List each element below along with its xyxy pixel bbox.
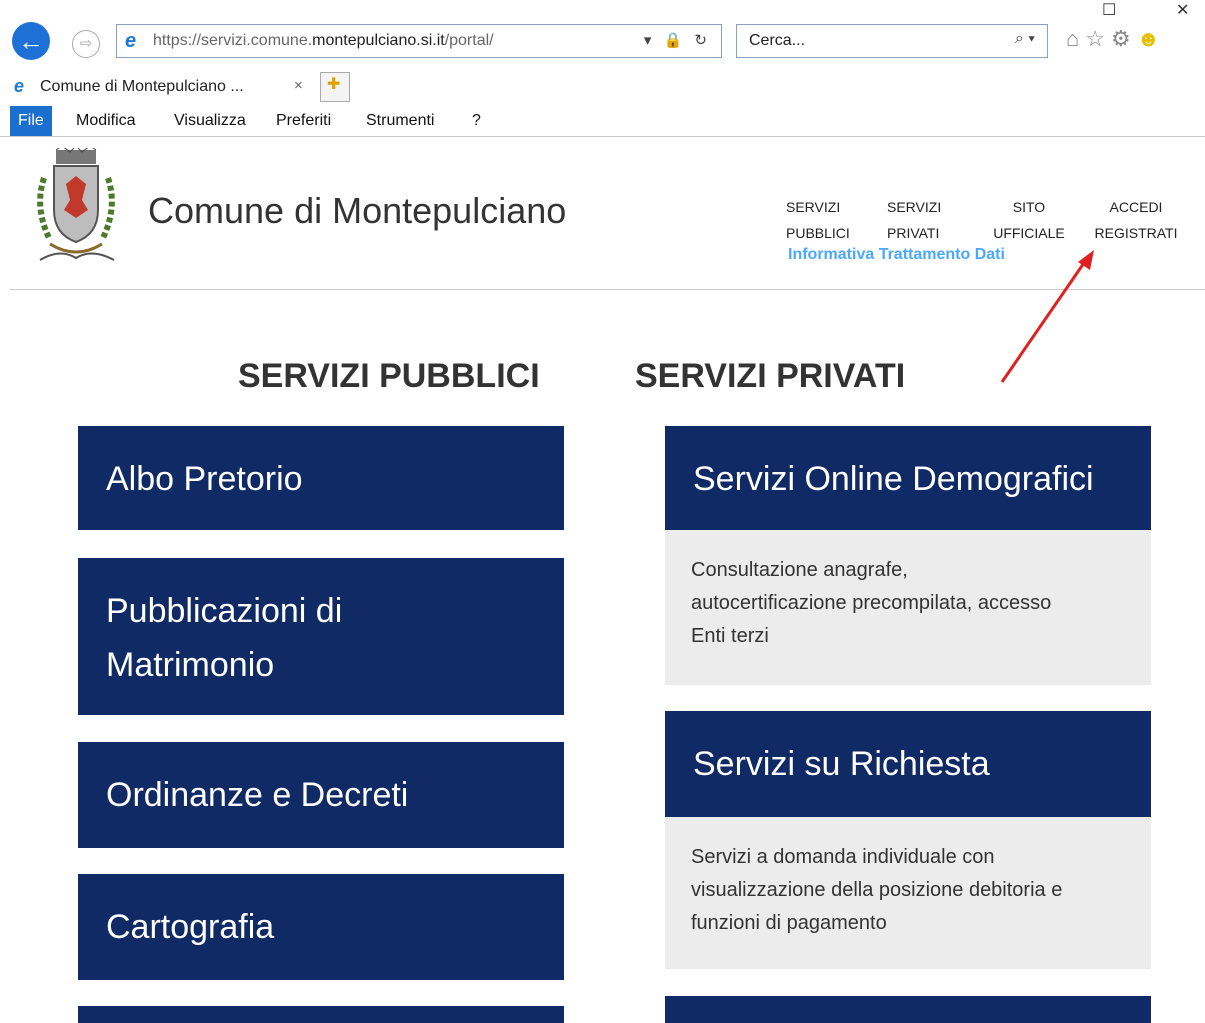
nav-label-line2: UFFICIALE xyxy=(993,225,1065,241)
informativa-link[interactable]: Informativa Trattamento Dati xyxy=(788,246,1005,264)
site-title[interactable]: Comune di Montepulciano xyxy=(148,190,566,232)
servizi-privati-heading: SERVIZI PRIVATI xyxy=(635,357,906,395)
tab-close-icon[interactable]: × xyxy=(294,77,303,94)
favorites-star-icon[interactable]: ☆ xyxy=(1085,26,1111,51)
menu-file[interactable]: File xyxy=(10,106,52,136)
tile-label-line2: Matrimonio xyxy=(106,646,275,684)
smiley-feedback-icon[interactable]: ☻ xyxy=(1137,26,1166,51)
home-icon[interactable]: ⌂ xyxy=(1066,26,1085,51)
description-richiesta: Servizi a domanda individuale con visual… xyxy=(665,817,1151,969)
description-text: Consultazione anagrafe, autocertificazio… xyxy=(691,554,1131,653)
menu-preferiti[interactable]: Preferiti xyxy=(276,112,331,130)
nav-servizi-privati[interactable]: SERVIZI PRIVATI xyxy=(887,194,941,246)
menu-modifica[interactable]: Modifica xyxy=(76,112,136,130)
search-box[interactable]: Cerca... ⌕ ▾ xyxy=(736,24,1048,58)
new-tab-icon: ✚ xyxy=(327,76,341,93)
tile-albo-pretorio[interactable]: Albo Pretorio xyxy=(78,426,564,530)
nav-label-line2: REGISTRATI xyxy=(1094,225,1178,241)
browser-chrome: ☐ ✕ ← ⇨ e https://servizi.comune.montepu… xyxy=(0,0,1205,138)
tile-label: Servizi Online Demografici xyxy=(693,460,1094,498)
tile-pubblicazioni-matrimonio[interactable]: Pubblicazioni di Matrimonio xyxy=(78,558,564,715)
nav-label-line1: SERVIZI xyxy=(786,199,841,215)
tile-servizi-online-demografici[interactable]: Servizi Online Demografici xyxy=(665,426,1151,530)
description-line: Enti terzi xyxy=(691,625,769,647)
url-text: https://servizi.comune.montepulciano.si.… xyxy=(153,32,494,50)
tile-label: Servizi su Richiesta xyxy=(693,745,990,783)
menu-help[interactable]: ? xyxy=(472,112,481,130)
description-demografici: Consultazione anagrafe, autocertificazio… xyxy=(665,530,1151,685)
gear-icon[interactable]: ⚙ xyxy=(1111,26,1137,51)
municipality-crest-logo[interactable] xyxy=(30,145,122,266)
annotation-arrow xyxy=(1000,250,1094,383)
tile-label: Albo Pretorio xyxy=(106,460,303,498)
search-icon[interactable]: ⌕ ▾ xyxy=(1015,30,1035,48)
nav-label-line2: PRIVATI xyxy=(887,225,940,241)
tab-strip: e Comune di Montepulciano ... × xyxy=(0,70,1205,104)
new-tab-button[interactable]: ✚ xyxy=(320,72,350,102)
tab-title: Comune di Montepulciano ... xyxy=(40,78,244,95)
description-line: funzioni di pagamento xyxy=(691,912,887,934)
tile-partial[interactable] xyxy=(665,996,1151,1023)
ie-tab-icon: e xyxy=(14,76,25,96)
back-button[interactable]: ← xyxy=(12,22,50,60)
browser-tab[interactable]: e Comune di Montepulciano ... × xyxy=(10,72,310,100)
nav-accedi-registrati[interactable]: ACCEDI REGISTRATI xyxy=(1088,194,1184,246)
description-line: autocertificazione precompilata, accesso xyxy=(691,592,1052,614)
tile-label: Ordinanze e Decreti xyxy=(106,776,409,814)
tile-servizi-su-richiesta[interactable]: Servizi su Richiesta xyxy=(665,711,1151,817)
nav-label-line1: SITO xyxy=(1012,199,1046,215)
url-prefix: https://servizi.comune. xyxy=(153,32,313,49)
maximize-icon[interactable]: ☐ xyxy=(1102,0,1116,20)
description-line: Consultazione anagrafe, xyxy=(691,559,908,581)
tile-cartografia[interactable]: Cartografia xyxy=(78,874,564,980)
url-domain: montepulciano.si.it xyxy=(312,32,445,49)
tile-label: Cartografia xyxy=(106,908,275,946)
description-line: visualizzazione della posizione debitori… xyxy=(691,879,1063,901)
ie-logo-icon: e xyxy=(125,30,137,52)
nav-servizi-pubblici[interactable]: SERVIZI PUBBLICI xyxy=(786,194,850,246)
menu-bar: File Modifica Visualizza Preferiti Strum… xyxy=(0,106,1205,137)
nav-label-line1: SERVIZI xyxy=(887,199,942,215)
address-bar[interactable]: e https://servizi.comune.montepulciano.s… xyxy=(116,24,722,58)
toolbar-icons: ⌂☆⚙☻ xyxy=(1066,26,1166,52)
address-tools-icons[interactable]: ▾ 🔒 ↻ xyxy=(644,31,711,49)
tile-partial[interactable] xyxy=(78,1006,564,1023)
forward-button[interactable]: ⇨ xyxy=(72,30,100,58)
nav-label-line1: ACCEDI xyxy=(1109,199,1163,215)
search-placeholder: Cerca... xyxy=(749,32,806,49)
tile-ordinanze-decreti[interactable]: Ordinanze e Decreti xyxy=(78,742,564,848)
menu-strumenti[interactable]: Strumenti xyxy=(366,112,434,130)
description-line: Servizi a domanda individuale con xyxy=(691,846,995,868)
tile-label-line1: Pubblicazioni di xyxy=(106,592,343,630)
servizi-pubblici-heading: SERVIZI PUBBLICI xyxy=(238,357,540,395)
close-window-icon[interactable]: ✕ xyxy=(1176,0,1189,20)
nav-label-line2: PUBBLICI xyxy=(786,225,850,241)
description-text: Servizi a domanda individuale con visual… xyxy=(691,841,1131,940)
menu-visualizza[interactable]: Visualizza xyxy=(174,112,246,130)
nav-sito-ufficiale[interactable]: SITO UFFICIALE xyxy=(988,194,1070,246)
url-path: /portal/ xyxy=(444,32,494,49)
